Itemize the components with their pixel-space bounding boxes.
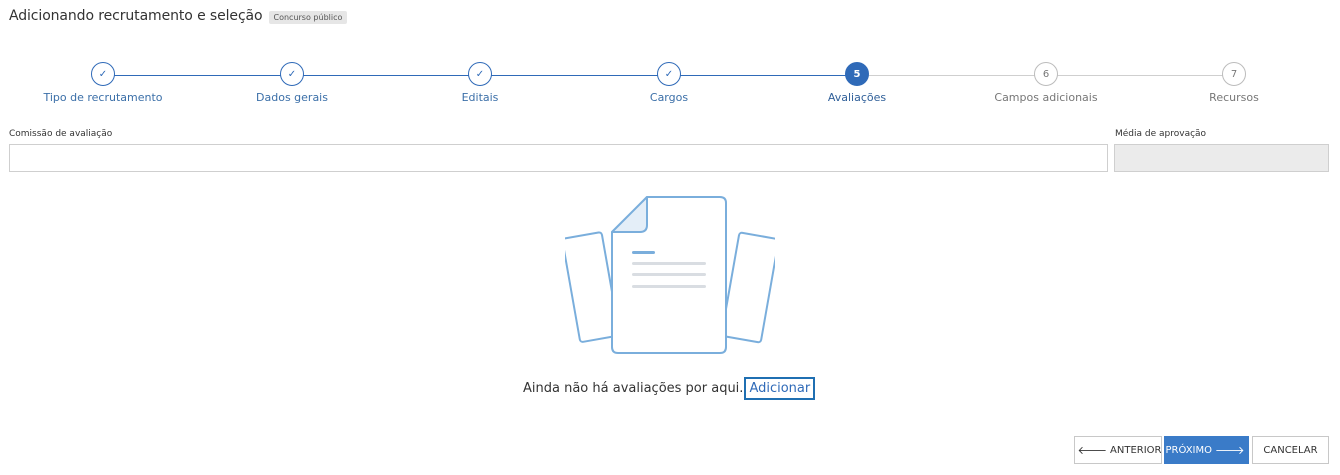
- approval-average-input: [1114, 144, 1329, 172]
- step-number: 7: [1222, 62, 1246, 86]
- cancel-label: CANCELAR: [1263, 444, 1318, 456]
- step-cargos[interactable]: ✓ Cargos: [574, 62, 764, 104]
- step-label: Tipo de recrutamento: [43, 91, 163, 104]
- step-number: 6: [1034, 62, 1058, 86]
- next-label: PRÓXIMO: [1165, 444, 1212, 456]
- arrow-right-icon: 🡒: [1215, 444, 1245, 457]
- arrow-left-icon: 🡐: [1077, 444, 1108, 457]
- commission-input[interactable]: [9, 144, 1108, 172]
- step-number: 5: [845, 62, 869, 86]
- empty-documents-icon: [561, 195, 780, 357]
- check-icon: ✓: [468, 62, 492, 86]
- step-recursos[interactable]: 7 Recursos: [1139, 62, 1329, 104]
- add-evaluation-link[interactable]: Adicionar: [744, 377, 816, 400]
- page-title: Adicionando recrutamento e seleção: [9, 8, 263, 24]
- step-campos-adicionais[interactable]: 6 Campos adicionais: [951, 62, 1141, 104]
- previous-label: ANTERIOR: [1110, 444, 1162, 456]
- step-label: Cargos: [649, 91, 689, 104]
- type-badge: Concurso público: [268, 10, 348, 24]
- commission-label: Comissão de avaliação: [9, 129, 113, 139]
- check-icon: ✓: [91, 62, 115, 86]
- step-editais[interactable]: ✓ Editais: [385, 62, 575, 104]
- step-dados-gerais[interactable]: ✓ Dados gerais: [197, 62, 387, 104]
- next-button[interactable]: PRÓXIMO 🡒: [1164, 436, 1249, 464]
- approval-average-label: Média de aprovação: [1115, 129, 1207, 139]
- step-label: Avaliações: [827, 91, 887, 104]
- step-tipo-de-recrutamento[interactable]: ✓ Tipo de recrutamento: [8, 62, 198, 104]
- empty-state-message: Ainda não há avaliações por aqui. Adicio…: [523, 377, 816, 400]
- check-icon: ✓: [280, 62, 304, 86]
- empty-state-text: Ainda não há avaliações por aqui.: [523, 381, 744, 396]
- step-label: Dados gerais: [256, 91, 328, 104]
- step-label: Campos adicionais: [994, 91, 1098, 104]
- cancel-button[interactable]: CANCELAR: [1252, 436, 1329, 464]
- check-icon: ✓: [657, 62, 681, 86]
- wizard-stepper: ✓ Tipo de recrutamento ✓ Dados gerais ✓ …: [0, 62, 1340, 112]
- step-avaliacoes[interactable]: 5 Avaliações: [762, 62, 952, 104]
- page-header: Adicionando recrutamento e seleção Concu…: [9, 8, 348, 24]
- step-label: Editais: [461, 91, 499, 104]
- previous-button[interactable]: 🡐 ANTERIOR: [1074, 436, 1162, 464]
- step-label: Recursos: [1209, 91, 1259, 104]
